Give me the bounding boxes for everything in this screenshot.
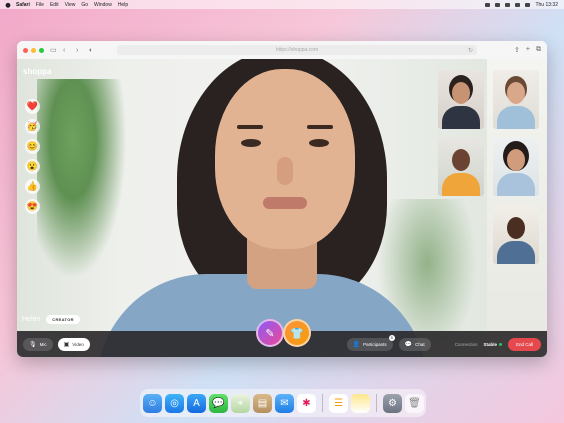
search-icon[interactable] [515, 2, 521, 7]
reaction-heart-button[interactable]: ❤️ [25, 99, 40, 114]
dock-separator [322, 394, 323, 412]
tab-overview-icon[interactable]: ⧉ [536, 46, 541, 54]
menu-help[interactable]: Help [118, 2, 128, 8]
window-controls [23, 47, 44, 53]
reaction-thumbs-up-button[interactable]: 👍 [25, 179, 40, 194]
chat-button[interactable]: 💬 Chat [398, 337, 431, 351]
reaction-bar: ❤️ 🥳 😊 😮 👍 😍 [25, 99, 40, 214]
share-icon[interactable]: ⇪ [514, 46, 520, 54]
folder-icon[interactable]: ▤ [253, 393, 272, 413]
new-tab-icon[interactable]: + [526, 46, 530, 54]
wifi-icon[interactable] [505, 2, 511, 7]
shield-icon[interactable]: ◐ [89, 47, 96, 54]
host-name-tag: Helen CREATOR [22, 315, 80, 324]
connection-status-dot-icon [498, 342, 502, 346]
battery-icon[interactable] [495, 2, 501, 7]
zoom-window-button[interactable] [39, 47, 44, 53]
participant-tile[interactable] [438, 70, 484, 129]
reaction-wow-button[interactable]: 😮 [25, 159, 40, 174]
brand-logo[interactable]: shoppa [23, 67, 51, 76]
browser-toolbar: ▭ ‹ › ◐ https://shoppa.com ↻ ⇪ + ⧉ [17, 41, 547, 60]
control-center-icon[interactable] [525, 2, 531, 7]
menu-go[interactable]: Go [81, 2, 88, 8]
reminders-icon[interactable]: ☰ [329, 393, 348, 413]
dock-separator [376, 394, 377, 412]
browser-window: ▭ ‹ › ◐ https://shoppa.com ↻ ⇪ + ⧉ shopp… [17, 41, 547, 357]
menu-clock[interactable]: Thu 13:32 [535, 2, 558, 8]
video-label: Video [72, 341, 84, 347]
sidebar-icon[interactable]: ▭ [50, 47, 57, 54]
url-text: https://shoppa.com [275, 47, 319, 53]
status-icon[interactable] [485, 2, 491, 7]
participant-tile[interactable] [438, 137, 484, 196]
reaction-party-button[interactable]: 🥳 [25, 119, 40, 134]
dock: ☺ ◎ A 💬 ⌖ ▤ ✉ ✱ ☰ ⚙ 🗑 [140, 389, 426, 417]
apple-icon[interactable] [5, 2, 11, 8]
tshirt-icon: 👕 [290, 327, 304, 340]
participant-count-badge: 5 [388, 334, 395, 341]
participants-button[interactable]: 👤 Participants 5 [346, 334, 395, 351]
reaction-smile-button[interactable]: 😊 [25, 139, 40, 154]
finder-icon[interactable]: ☺ [143, 393, 162, 413]
menu-window[interactable]: Window [94, 2, 112, 8]
mic-button[interactable]: 🎙 Mic [23, 337, 53, 351]
connection-value: Stable [483, 341, 497, 347]
close-window-button[interactable] [23, 47, 28, 53]
slack-icon[interactable]: ✱ [297, 393, 316, 413]
address-bar[interactable]: https://shoppa.com ↻ [117, 45, 477, 55]
host-name: Helen [22, 316, 41, 323]
video-stage: shoppa ❤️ 🥳 😊 😮 👍 😍 Helen CREATOR 🎙 Mic … [17, 59, 547, 357]
chat-label: Chat [415, 341, 425, 347]
pen-icon: ✎ [265, 327, 275, 340]
annotate-button[interactable]: ✎ [256, 319, 284, 347]
menu-view[interactable]: View [65, 2, 76, 8]
forward-icon[interactable]: › [76, 47, 83, 54]
people-icon: 👤 [352, 341, 361, 348]
menu-app-name[interactable]: Safari [16, 2, 30, 8]
mic-label: Mic [39, 341, 47, 347]
menu-edit[interactable]: Edit [50, 2, 59, 8]
back-icon[interactable]: ‹ [63, 47, 70, 54]
call-control-bar: 🎙 Mic ▣ Video ✎ 👕 👤 Participants 5 💬 Cha… [17, 319, 547, 357]
maps-icon[interactable]: ⌖ [231, 393, 250, 413]
participant-tile[interactable] [493, 137, 539, 196]
end-call-button[interactable]: End Call [507, 337, 541, 351]
creator-badge: CREATOR [46, 315, 80, 324]
system-settings-icon[interactable]: ⚙ [383, 393, 402, 413]
participant-tile[interactable] [493, 70, 539, 129]
messages-icon[interactable]: 💬 [209, 393, 228, 413]
video-camera-icon: ▣ [63, 341, 70, 348]
connection-status: Stable [483, 342, 502, 347]
video-button[interactable]: ▣ Video [57, 337, 90, 351]
chat-icon: 💬 [404, 341, 413, 348]
menu-file[interactable]: File [36, 2, 44, 8]
minimize-window-button[interactable] [31, 47, 36, 53]
mail-icon[interactable]: ✉ [275, 393, 294, 413]
notes-icon[interactable] [351, 393, 370, 413]
reaction-heart-eyes-button[interactable]: 😍 [25, 199, 40, 214]
presenter-video [77, 59, 437, 357]
participant-tile[interactable] [493, 205, 539, 264]
microphone-icon: 🎙 [29, 341, 37, 348]
safari-icon[interactable]: ◎ [165, 393, 184, 413]
shop-products-button[interactable]: 👕 [283, 319, 311, 347]
menu-bar: Safari File Edit View Go Window Help Thu… [0, 0, 564, 9]
app-store-icon[interactable]: A [187, 393, 206, 413]
reload-icon[interactable]: ↻ [468, 47, 473, 54]
connection-label: Connection [454, 341, 478, 347]
participants-label: Participants [363, 341, 387, 347]
trash-icon[interactable]: 🗑 [405, 393, 424, 413]
